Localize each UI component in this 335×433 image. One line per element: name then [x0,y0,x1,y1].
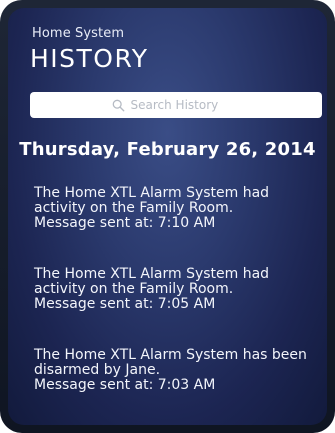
history-list: The Home XTL Alarm System had activity o… [34,186,314,425]
search-icon [112,99,124,111]
history-message: The Home XTL Alarm System has been disar… [34,347,307,378]
history-message: The Home XTL Alarm System had activity o… [34,266,270,297]
device-frame: Home System HISTORY Thursday, February 2… [0,0,335,433]
page-title: HISTORY [30,44,149,73]
history-message: The Home XTL Alarm System had activity o… [34,185,270,216]
search-input[interactable] [130,98,241,112]
history-item[interactable]: The Home XTL Alarm System has been disar… [34,348,314,393]
history-item[interactable]: The Home XTL Alarm System had activity o… [34,186,314,231]
date-heading: Thursday, February 26, 2014 [19,139,316,160]
history-timestamp: Message sent at: 7:05 AM [34,296,216,312]
history-item[interactable]: The Home XTL Alarm System had activity o… [34,267,314,312]
app-name: Home System [32,26,125,41]
history-timestamp: Message sent at: 7:10 AM [34,215,216,231]
app-screen: Home System HISTORY Thursday, February 2… [8,8,327,425]
history-timestamp: Message sent at: 7:03 AM [34,377,216,393]
search-bar[interactable] [30,92,322,118]
